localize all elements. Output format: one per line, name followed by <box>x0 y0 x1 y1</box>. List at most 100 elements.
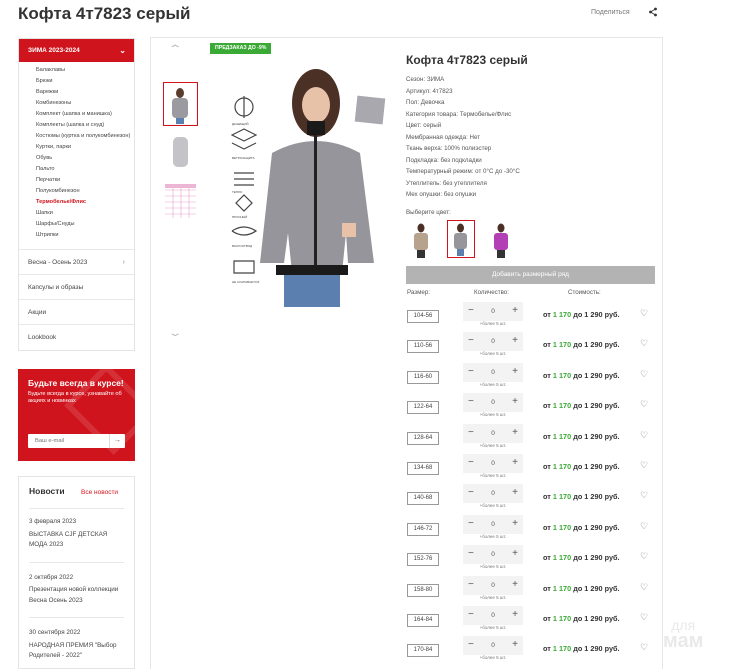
color-option-purple[interactable] <box>487 220 515 258</box>
news-block: Новости Все новости 3 февраля 2023 ВЫСТАВ… <box>18 476 135 669</box>
sidebar-item[interactable]: Lookbook <box>19 325 134 350</box>
price-max: до 1 290 руб. <box>573 522 620 532</box>
plus-icon[interactable]: + <box>512 636 518 654</box>
product-attributes: Сезон: ЗИМА Артикул: 4т7823 Пол: Девочка Ка… <box>406 74 520 201</box>
chevron-down-icon[interactable]: ⌄ <box>168 328 183 339</box>
quantity-stepper[interactable]: −0 + <box>463 606 523 625</box>
sidebar-subitem[interactable]: Шарфы/Снуды <box>36 221 134 229</box>
quantity-stepper[interactable]: −0 + <box>463 302 523 321</box>
sidebar-subitem[interactable]: Балаклавы <box>36 67 134 75</box>
product-title: Кофта 4т7823 серый <box>406 53 528 67</box>
size-label: 140-68 <box>407 492 439 506</box>
plus-icon[interactable]: + <box>512 606 518 624</box>
sidebar-subitem[interactable]: Штрипки <box>36 232 134 240</box>
plus-icon[interactable]: + <box>512 545 518 563</box>
plus-icon[interactable]: + <box>512 515 518 533</box>
quantity-stepper[interactable]: −0 + <box>463 545 523 565</box>
sidebar-subitem[interactable]: Варежки <box>36 89 134 97</box>
plus-icon[interactable]: + <box>512 302 518 320</box>
heart-icon[interactable]: ♡ <box>640 642 648 653</box>
news-item[interactable]: 2 октября 2022 Презентация новой коллекци… <box>29 563 124 618</box>
plus-icon[interactable]: + <box>512 454 518 472</box>
sidebar-subitem[interactable]: Комплект (шапка и манишка) <box>36 111 134 119</box>
sidebar-subitem[interactable]: Пальто <box>36 166 134 174</box>
sidebar-subitem[interactable]: Полукомбинезон <box>36 188 134 196</box>
sidebar-subitem[interactable]: Термобелье/Флис <box>36 199 134 207</box>
news-item[interactable]: 30 сентября 2022 НАРОДНАЯ ПРЕМИЯ "Выбор Р… <box>29 618 124 662</box>
heart-icon[interactable]: ♡ <box>640 521 648 532</box>
quantity-stepper[interactable]: −0 + <box>463 362 523 382</box>
color-option-gray[interactable] <box>447 220 475 258</box>
heart-icon[interactable]: ♡ <box>640 490 648 501</box>
email-field[interactable] <box>28 434 108 448</box>
cost-column-header: Стоимость: <box>568 289 601 296</box>
sidebar-subitem[interactable]: Комплекты (шапка и снуд) <box>36 122 134 130</box>
heart-icon[interactable]: ♡ <box>640 460 648 471</box>
news-text: НАРОДНАЯ ПРЕМИЯ "Выбор Родителей - 2022" <box>29 641 117 660</box>
sidebar-subitem[interactable]: Брюки <box>36 78 134 86</box>
sidebar-menu: ЗИМА 2023-2024 ⌄ Балаклавы Брюки Варежки Ко… <box>18 38 135 351</box>
size-label: 146-72 <box>407 522 439 536</box>
quantity-stepper[interactable]: −0 + <box>463 393 523 413</box>
price: от 1 170 до 1 290 руб. <box>543 492 620 501</box>
sidebar-item[interactable]: Капсулы и образы <box>19 275 134 300</box>
plus-icon[interactable]: + <box>512 393 518 411</box>
sidebar-subitem[interactable]: Куртки, парки <box>36 144 134 152</box>
product-attribute: Мембранная одежда: Нет <box>406 133 481 141</box>
thumbnail-1[interactable] <box>163 82 198 126</box>
add-size-row-button[interactable]: Добавить размерный ряд <box>406 266 655 284</box>
color-option-beige[interactable] <box>407 220 435 258</box>
quantity-stepper[interactable]: −0 + <box>463 332 523 352</box>
subscribe-block: Будьте всегда в курсе! Будьте всегда в к… <box>18 369 135 461</box>
price-max: до 1 290 руб. <box>573 370 620 380</box>
plus-icon[interactable]: + <box>512 576 518 594</box>
product-image[interactable]: ДЫШАЩИЙ ВЕТРОЗАЩИТА ТЕПЛО ПРОЧНЫЙ ВЛАГООТВОД… <box>214 63 396 307</box>
product-attribute: Ткань верха: 100% полиэстер <box>406 145 492 152</box>
sidebar-item[interactable]: Акции <box>19 300 134 325</box>
plus-icon[interactable]: + <box>512 424 518 442</box>
heart-icon[interactable]: ♡ <box>640 551 648 562</box>
all-news-link[interactable]: Все новости <box>81 489 118 496</box>
chevron-up-icon[interactable]: ⌃ <box>168 44 183 55</box>
sidebar-subitem[interactable]: Обувь <box>36 155 134 163</box>
heart-icon[interactable]: ♡ <box>640 369 648 380</box>
choose-color-label: Выберите цвет: <box>406 209 451 216</box>
plus-icon[interactable]: + <box>512 484 518 502</box>
sidebar-subitem[interactable]: Костюмы (куртка и полукомбинезон) <box>36 133 134 141</box>
price-from: от <box>543 401 551 411</box>
chevron-right-icon: › <box>122 258 125 266</box>
heart-icon[interactable]: ♡ <box>640 338 648 349</box>
heart-icon[interactable]: ♡ <box>640 612 648 623</box>
product-attribute: Подкладка: без подкладки <box>406 156 482 164</box>
arrow-right-icon[interactable]: → <box>109 434 125 448</box>
heart-icon[interactable]: ♡ <box>640 430 648 441</box>
share-link[interactable]: Поделиться <box>591 9 630 16</box>
price-min: 1 170 <box>552 462 572 471</box>
thumbnail-3[interactable] <box>163 180 198 224</box>
heart-icon[interactable]: ♡ <box>640 399 648 410</box>
quantity-stepper[interactable]: −0 + <box>463 423 523 443</box>
heart-icon[interactable]: ♡ <box>640 582 648 593</box>
quantity-stepper[interactable]: −0 + <box>463 454 523 473</box>
thumbnail-2[interactable] <box>163 131 198 175</box>
subscribe-form: → <box>28 434 125 448</box>
plus-icon[interactable]: + <box>512 363 518 381</box>
sidebar-item[interactable]: Весна - Осень 2023 › <box>19 250 134 275</box>
size-row: 134-68 −0 + +более 5 шт. от 1 170 до 1 290 р… <box>406 454 656 492</box>
quantity-stepper[interactable]: −0 + <box>463 484 523 504</box>
quantity-stepper[interactable]: −0 + <box>463 575 523 595</box>
plus-icon[interactable]: + <box>512 332 518 350</box>
size-row: 170-84 −0 + +более 5 шт. от 1 170 до 1 290 р… <box>406 636 656 669</box>
news-item[interactable]: 3 февраля 2023 ВЫСТАВКА CJF ДЕТСКАЯ МОДА … <box>29 509 124 563</box>
sidebar-subitem[interactable]: Комбинезоны <box>36 100 134 108</box>
chevron-down-icon: ⌄ <box>119 46 126 55</box>
share-icon[interactable] <box>648 7 658 17</box>
heart-icon[interactable]: ♡ <box>640 308 648 319</box>
quantity-stepper[interactable]: −0 + <box>463 636 523 656</box>
sidebar-item-winter[interactable]: ЗИМА 2023-2024 ⌄ <box>19 39 134 62</box>
quantity-stepper[interactable]: −0 + <box>463 514 523 534</box>
sidebar-subitem[interactable]: Перчатки <box>36 177 134 185</box>
size-label: 116-60 <box>407 370 439 384</box>
price: от 1 170 до 1 290 руб. <box>543 432 620 441</box>
sidebar-subitem[interactable]: Шапки <box>36 210 134 218</box>
